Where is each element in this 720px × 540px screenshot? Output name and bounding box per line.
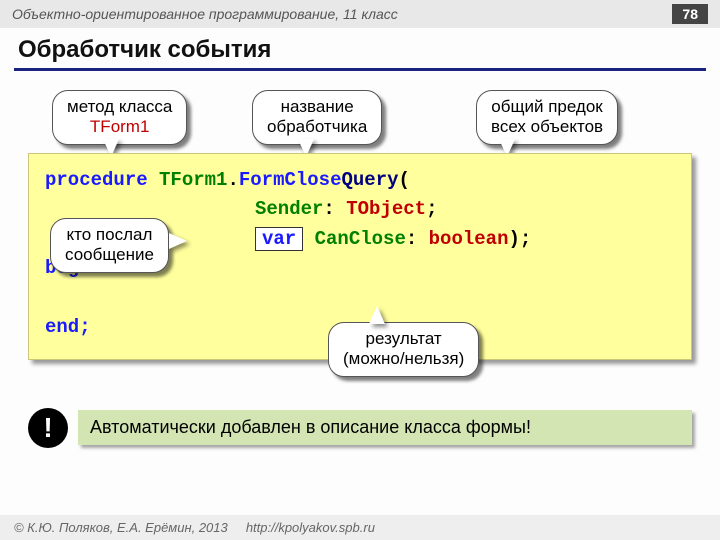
callout-text: название bbox=[281, 97, 354, 116]
alert-row: ! Автоматически добавлен в описание клас… bbox=[28, 408, 692, 448]
course-label: Объектно-ориентированное программировани… bbox=[12, 6, 398, 22]
copyright: © К.Ю. Поляков, Е.А. Ерёмин, 2013 bbox=[14, 520, 228, 535]
callout-text: сообщение bbox=[65, 245, 154, 264]
title-rule bbox=[14, 68, 706, 71]
callout-text-red: TForm1 bbox=[90, 117, 150, 136]
callout-handler-name: название обработчика bbox=[252, 90, 382, 145]
callout-text: метод класса bbox=[67, 97, 172, 116]
code-line bbox=[45, 284, 675, 313]
footer: © К.Ю. Поляков, Е.А. Ерёмин, 2013 http:/… bbox=[0, 515, 720, 540]
callout-result: результат (можно/нельзя) bbox=[328, 322, 479, 377]
page-number: 78 bbox=[672, 4, 708, 24]
callout-text: всех объектов bbox=[491, 117, 603, 136]
callout-method: метод класса TForm1 bbox=[52, 90, 187, 145]
var-keyword-box: var bbox=[255, 227, 303, 251]
page-title: Обработчик события bbox=[0, 28, 720, 66]
callout-ancestor: общий предок всех объектов bbox=[476, 90, 618, 145]
header: Объектно-ориентированное программировани… bbox=[0, 0, 720, 28]
callout-text: (можно/нельзя) bbox=[343, 349, 464, 368]
callout-text: кто послал bbox=[67, 225, 153, 244]
code-line: procedure TForm1.FormCloseQuery( bbox=[45, 166, 675, 195]
exclamation-icon: ! bbox=[28, 408, 68, 448]
alert-text: Автоматически добавлен в описание класса… bbox=[78, 410, 692, 445]
callout-text: обработчика bbox=[267, 117, 367, 136]
callout-sender: кто послал сообщение bbox=[50, 218, 169, 273]
callout-text: общий предок bbox=[491, 97, 602, 116]
callout-text: результат bbox=[366, 329, 442, 348]
footer-url: http://kpolyakov.spb.ru bbox=[246, 520, 375, 535]
